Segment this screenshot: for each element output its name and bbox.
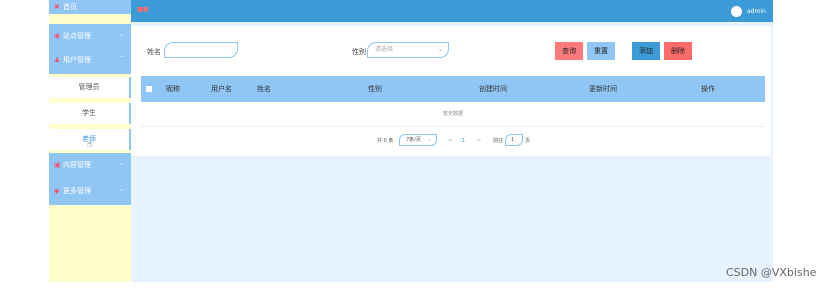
sidebar-item-content[interactable]: ▣ 内容管理 ⌄ <box>49 153 131 179</box>
page-size-select[interactable]: 7条/页 ⌄ <box>399 134 437 146</box>
sidebar-item-label: 更多管理 <box>63 187 91 195</box>
pagination-total: 共 0 条 <box>377 138 394 144</box>
next-page-button[interactable]: > <box>477 134 481 148</box>
column-header[interactable]: 姓名 <box>257 85 271 93</box>
column-header[interactable]: 操作 <box>701 85 715 93</box>
content-icon: ▣ <box>54 161 61 169</box>
sidebar-subitem-student[interactable]: 学生 <box>49 103 131 124</box>
select-all-checkbox[interactable] <box>146 86 152 92</box>
username[interactable]: admin <box>747 8 766 15</box>
gender-select[interactable]: 请选择 ⌄ <box>367 42 449 58</box>
name-label: 姓名 <box>147 48 161 56</box>
brand-logo: ■■ <box>137 6 149 13</box>
query-button[interactable]: 查询 <box>555 42 583 60</box>
sidebar-item-label: 首页 <box>63 3 77 11</box>
sidebar-item-more[interactable]: ◆ 更多管理 ⌄ <box>49 179 131 205</box>
prev-page-button[interactable]: < <box>448 134 452 148</box>
column-header[interactable]: 更新时间 <box>589 85 617 93</box>
home-icon: ✖ <box>54 3 60 11</box>
add-button[interactable]: 添加 <box>632 42 660 60</box>
column-header[interactable]: 用户名 <box>211 85 232 93</box>
table-header: 昵称 用户名 姓名 性别 创建时间 更新时间 操作 <box>141 76 765 102</box>
watermark: CSDN @VXbishe <box>726 266 817 279</box>
gender-select-placeholder: 请选择 <box>375 46 394 53</box>
sidebar-item-site[interactable]: ◉ 站点管理 ⌄ <box>49 24 131 50</box>
more-icon: ◆ <box>54 187 60 195</box>
user-icon: ♟ <box>54 56 61 64</box>
sidebar: ✖ 首页 ◉ 站点管理 ⌄ ♟ 用户管理 ⌃ 管理员 学生 老师 ☝ ▣ 内容管… <box>49 0 131 282</box>
sidebar-item-home[interactable]: ✖ 首页 <box>49 0 131 14</box>
chevron-down-icon: ⌄ <box>427 137 432 143</box>
chevron-down-icon: ⌄ <box>118 186 124 193</box>
sidebar-subitem-teacher[interactable]: 老师 ☝ <box>49 129 131 150</box>
column-header[interactable]: 昵称 <box>166 85 180 93</box>
app-window: ✖ 首页 ◉ 站点管理 ⌄ ♟ 用户管理 ⌃ 管理员 学生 老师 ☝ ▣ 内容管… <box>49 0 773 282</box>
page-size-value: 7条/页 <box>406 137 421 143</box>
site-icon: ◉ <box>54 32 61 40</box>
sidebar-item-label: 内容管理 <box>63 161 91 169</box>
top-bar: ■■ admin <box>131 0 773 22</box>
avatar[interactable] <box>731 6 742 17</box>
chevron-down-icon: ⌄ <box>118 160 124 167</box>
chevron-up-icon: ⌃ <box>118 55 124 62</box>
gender-label: 性别 <box>352 48 366 56</box>
goto-input[interactable]: 1 <box>505 134 523 146</box>
column-header[interactable]: 创建时间 <box>479 85 507 93</box>
goto-label: 前往 <box>493 138 504 144</box>
reset-button[interactable]: 重置 <box>587 42 615 60</box>
main-content: 姓名 性别 请选择 ⌄ 查询 重置 添加 删除 昵称 用户名 姓名 性别 创建时… <box>131 26 771 156</box>
chevron-down-icon: ⌄ <box>437 46 443 53</box>
column-header[interactable]: 性别 <box>368 85 382 93</box>
sidebar-subitem-admin[interactable]: 管理员 <box>49 77 131 98</box>
sidebar-item-label: 用户管理 <box>63 56 91 64</box>
page-number[interactable]: 1 <box>462 134 465 148</box>
name-input[interactable] <box>164 42 238 58</box>
sidebar-item-label: 站点管理 <box>63 32 91 40</box>
goto-suffix: 页 <box>525 138 531 144</box>
delete-button[interactable]: 删除 <box>664 42 692 60</box>
sidebar-item-users[interactable]: ♟ 用户管理 ⌃ <box>49 48 131 74</box>
chevron-down-icon: ⌄ <box>118 31 124 38</box>
table-empty-message: 暂无数据 <box>141 102 765 127</box>
